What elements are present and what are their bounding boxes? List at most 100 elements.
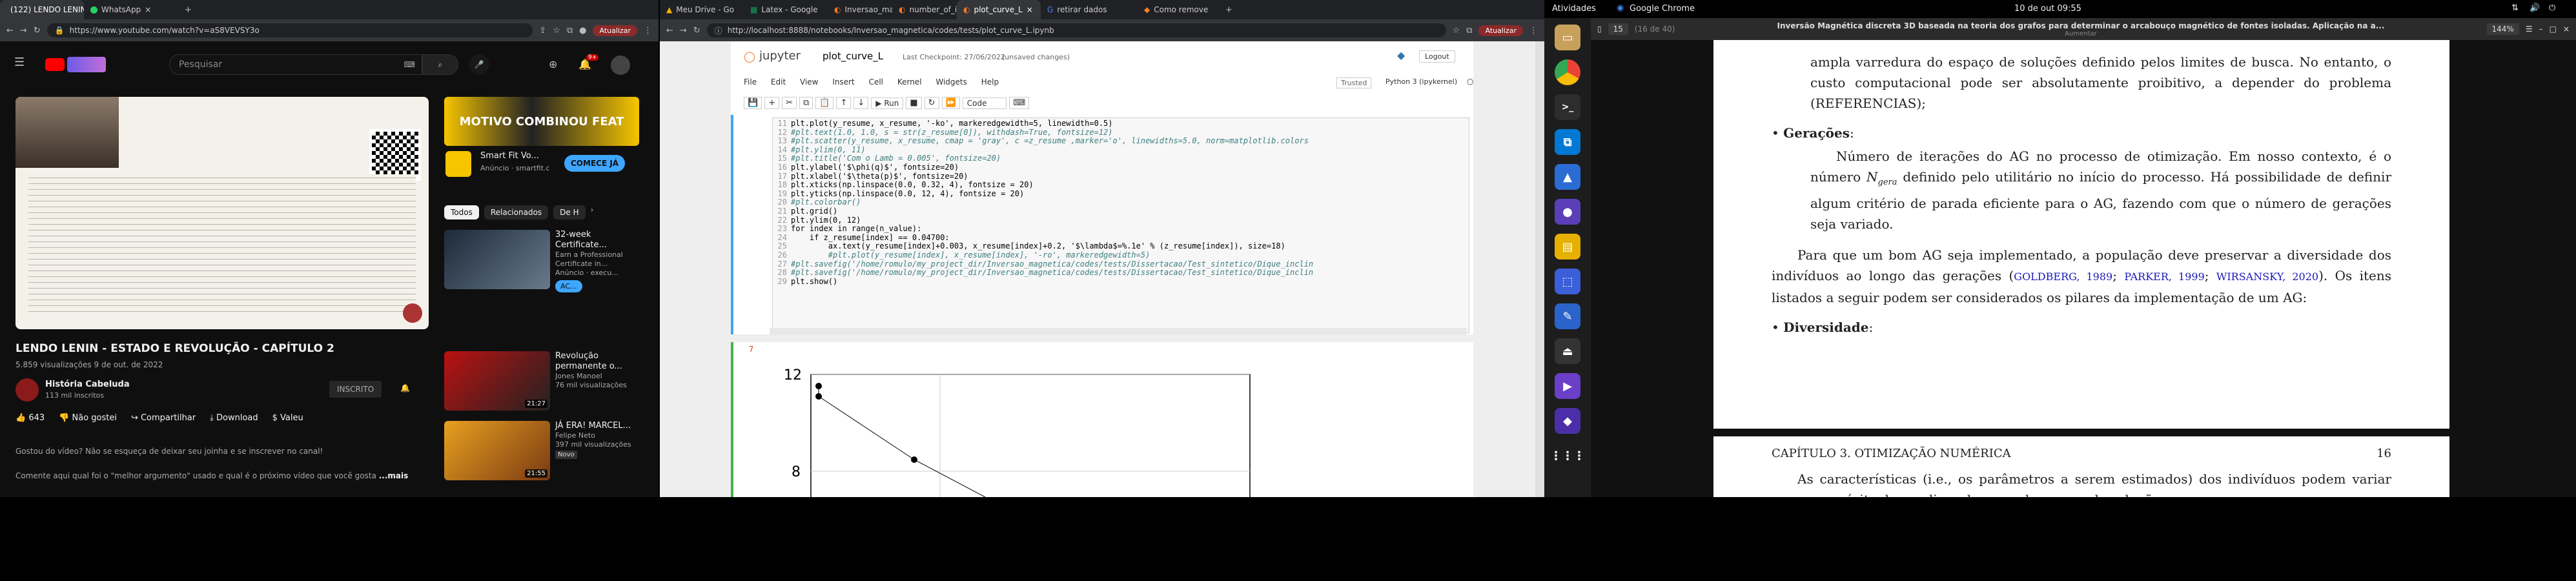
files-icon[interactable]: ▭ <box>1555 25 1580 50</box>
tab-latex[interactable]: ▦ Latex - Google <box>744 0 828 19</box>
ad-banner[interactable]: MOTIVO COMBINOU FEAT <box>444 97 639 146</box>
chrome-icon[interactable] <box>1555 59 1580 85</box>
restart-icon[interactable]: ↻ <box>924 97 939 109</box>
code-line[interactable]: 18 plt.xticks(np.linspace(0.0, 0.32, 4), … <box>773 180 1469 190</box>
citation-link[interactable]: PARKER, 1999 <box>2124 270 2204 283</box>
search-box[interactable]: Pesquisar ⌨ <box>169 54 422 75</box>
chevron-right-icon[interactable]: › <box>591 205 594 219</box>
volume-icon[interactable]: 🔊 <box>2530 3 2540 13</box>
bookmark-star-icon[interactable]: ☆ <box>1453 26 1460 36</box>
menu-icon[interactable]: ☰ <box>2526 25 2533 34</box>
code-line[interactable]: 12 #plt.text(1.0, 1.0, s = str(z_resume[0… <box>773 128 1469 138</box>
code-line[interactable]: 27 #plt.savefig('/home/romulo/my_project_… <box>773 260 1469 269</box>
doodle-logo[interactable] <box>67 57 106 72</box>
update-button[interactable]: Atualizar <box>1478 25 1523 36</box>
jupyter-logo-icon[interactable]: ◯ <box>744 50 755 63</box>
dislike-button[interactable]: 👎 Não gostei <box>59 413 117 423</box>
like-button[interactable]: 👍 643 <box>15 413 45 423</box>
kebab-menu-icon[interactable]: ⋮ <box>1529 26 1538 36</box>
reload-icon[interactable]: ↻ <box>693 26 700 36</box>
maximize-icon[interactable]: □ <box>2550 25 2557 34</box>
menu-edit[interactable]: Edit <box>771 77 786 87</box>
activities-button[interactable]: Atividades <box>1552 4 1596 14</box>
screenshot-icon[interactable]: ⬚ <box>1555 269 1580 294</box>
ad-title[interactable]: Smart Fit Vo... <box>480 151 539 161</box>
mic-button[interactable]: 🎤 <box>469 54 489 75</box>
tab-whatsapp[interactable]: WhatsApp × <box>84 0 181 19</box>
citation-link[interactable]: WIRSANSKY, 2020 <box>2216 270 2318 283</box>
channel-name[interactable]: História Cabeluda <box>45 380 130 389</box>
clock[interactable]: 10 de out 09:55 <box>2014 4 2081 14</box>
trusted-indicator[interactable]: Trusted <box>1336 77 1372 88</box>
app-menu[interactable]: Google Chrome <box>1630 4 1695 14</box>
app-icon[interactable]: ⏏ <box>1555 338 1580 364</box>
app-icon[interactable]: ◆ <box>1555 408 1580 434</box>
back-icon[interactable]: ← <box>666 26 673 36</box>
notebook-name[interactable]: plot_curve_L <box>823 50 883 62</box>
channel-avatar[interactable] <box>15 378 39 402</box>
forward-icon[interactable]: → <box>20 26 27 36</box>
code-line[interactable]: 28 #plt.savefig('/home/romulo/my_project_… <box>773 268 1469 278</box>
chip-related[interactable]: Relacionados <box>484 205 549 219</box>
thanks-button[interactable]: $ Valeu <box>272 413 303 423</box>
app-icon[interactable]: ▶ <box>1555 373 1580 399</box>
minimize-icon[interactable]: – <box>2539 25 2543 34</box>
extensions-icon[interactable]: ⧉ <box>567 26 573 36</box>
menu-view[interactable]: View <box>800 77 818 87</box>
new-tab-icon[interactable]: + <box>1225 5 1232 15</box>
menu-file[interactable]: File <box>744 77 757 87</box>
share-icon[interactable]: ⇪ <box>539 26 546 36</box>
code-line[interactable]: 16 plt.ylabel('$\phi(q)$', fontsize=20) <box>773 163 1469 172</box>
logout-button[interactable]: Logout <box>1419 50 1455 63</box>
copy-icon[interactable]: ⧉ <box>799 97 813 109</box>
move-up-icon[interactable]: ↑ <box>836 97 852 109</box>
close-icon[interactable]: × <box>1027 5 1033 14</box>
keyboard-icon[interactable]: ⌨ <box>404 60 415 69</box>
new-tab-icon[interactable]: + <box>185 5 192 15</box>
code-line[interactable]: 29 plt.show() <box>773 277 1469 287</box>
save-icon[interactable]: 💾 <box>744 97 762 109</box>
fast-forward-icon[interactable]: ⏩ <box>941 97 960 109</box>
create-video-icon[interactable]: ⊕ <box>549 58 557 70</box>
code-line[interactable]: 11 plt.plot(y_resume, x_resume, '-ko', ma… <box>773 119 1469 128</box>
code-line[interactable]: 25 ax.text(y_resume[index]+0.003, x_resu… <box>773 242 1469 251</box>
app-icon[interactable]: ● <box>1555 199 1580 225</box>
code-line[interactable]: 17 plt.xlabel('$\theta(p)$', fontsize=20) <box>773 172 1469 181</box>
network-icon[interactable]: ⇅ <box>2511 3 2519 13</box>
kernel-indicator[interactable]: Python 3 (ipykernel) <box>1385 77 1457 86</box>
chip-all[interactable]: Todos <box>444 205 479 219</box>
cell-type-select[interactable]: Code <box>962 97 1007 109</box>
terminal-icon[interactable]: >_ <box>1555 94 1580 120</box>
share-button[interactable]: ↪ Compartilhar <box>131 413 196 423</box>
tab-plot-curve[interactable]: ◐ plot_curve_L × <box>957 0 1041 19</box>
recommended-video[interactable]: 21:55 JÁ ERA! MARCEL... Felipe Neto 397 … <box>444 421 633 480</box>
move-down-icon[interactable]: ↓ <box>854 97 869 109</box>
hamburger-icon[interactable]: ☰ <box>14 56 25 69</box>
video-player[interactable] <box>15 97 429 329</box>
zoom-select[interactable]: 144% <box>2486 23 2519 35</box>
bell-icon[interactable]: 🔔 <box>400 383 410 392</box>
address-bar[interactable]: 🔒 https://www.youtube.com/watch?v=aS8VEV… <box>46 23 533 37</box>
chip-from-channel[interactable]: De H <box>553 205 586 219</box>
code-line[interactable]: 13 #plt.scatter(y_resume, x_resume, cmap … <box>773 136 1469 146</box>
code-line[interactable]: 19 plt.yticks(np.linspace(0.0, 12, 4), fo… <box>773 189 1469 199</box>
stop-icon[interactable]: ■ <box>906 97 922 109</box>
code-line[interactable]: 20 #plt.colorbar() <box>773 198 1469 207</box>
power-icon[interactable]: ⏻ <box>2549 3 2555 13</box>
menu-cell[interactable]: Cell <box>869 77 883 87</box>
jupyter-logo[interactable]: jupyter <box>759 49 801 63</box>
tab-retirar[interactable]: Gretirar dados <box>1041 0 1138 19</box>
code-line[interactable]: 22 plt.ylim(0, 12) <box>773 216 1469 225</box>
update-button[interactable]: Atualizar <box>593 25 637 36</box>
vscode-icon[interactable]: ⧉ <box>1555 129 1580 155</box>
cut-icon[interactable]: ✂ <box>782 97 797 109</box>
code-line[interactable]: 21 plt.grid() <box>773 207 1469 216</box>
show-more-link[interactable]: ...mais <box>379 471 409 480</box>
address-bar[interactable]: ⓘ http://localhost:8888/notebooks/Invers… <box>706 23 1446 37</box>
ad-access-button[interactable]: AC... <box>555 280 582 292</box>
avatar[interactable] <box>611 56 630 75</box>
app-icon[interactable]: ▲ <box>1555 164 1580 190</box>
run-button[interactable]: ▶ Run <box>871 97 904 109</box>
youtube-logo[interactable] <box>45 58 65 71</box>
citation-link[interactable]: GOLDBERG, 1989 <box>2014 270 2112 283</box>
